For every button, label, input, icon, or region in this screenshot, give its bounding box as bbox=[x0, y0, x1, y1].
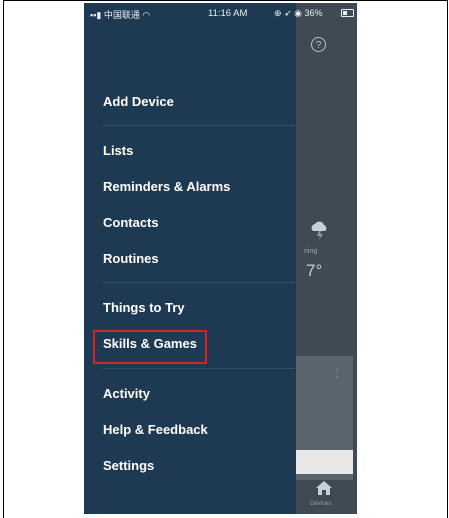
menu-item-help-feedback[interactable]: Help & Feedback bbox=[103, 422, 208, 437]
divider bbox=[103, 125, 295, 126]
dimmed-home-backdrop[interactable]: ? ning 7° ⋮ Devices bbox=[296, 3, 357, 514]
frame-line-right bbox=[447, 0, 448, 518]
menu-item-routines[interactable]: Routines bbox=[103, 251, 159, 266]
devices-tab-label[interactable]: Devices bbox=[310, 501, 331, 507]
frame-line-left bbox=[3, 0, 4, 518]
lock-rotation-icon: ⊕ bbox=[274, 8, 282, 18]
more-options-icon[interactable]: ⋮ bbox=[332, 368, 342, 379]
battery-icon bbox=[341, 9, 354, 17]
home-card-footer bbox=[296, 450, 353, 474]
menu-item-things-to-try[interactable]: Things to Try bbox=[103, 300, 185, 315]
frame-line-top bbox=[3, 0, 448, 1]
menu-item-add-device[interactable]: Add Device bbox=[103, 94, 174, 109]
highlight-box bbox=[93, 330, 207, 364]
weather-temperature: 7° bbox=[306, 261, 323, 280]
alarm-icon: ◉ bbox=[294, 8, 302, 18]
help-circle-icon[interactable]: ? bbox=[311, 37, 326, 52]
battery-percent: 36% bbox=[304, 8, 323, 18]
divider bbox=[103, 368, 295, 369]
wifi-icon: ◠ bbox=[142, 10, 151, 20]
menu-item-contacts[interactable]: Contacts bbox=[103, 215, 159, 230]
status-time: 11:16 AM bbox=[208, 8, 248, 19]
cloud-storm-icon bbox=[311, 221, 327, 240]
status-right: ⊕ ➶ ◉ 36% bbox=[274, 8, 323, 19]
divider bbox=[103, 282, 295, 283]
signal-icon: ▪▪▮ bbox=[90, 10, 102, 20]
navigation-drawer: Add Device Lists Reminders & Alarms Cont… bbox=[84, 3, 296, 514]
house-icon[interactable] bbox=[315, 480, 333, 496]
status-bar: ▪▪▮ 中国联通 ◠ 11:16 AM ⊕ ➶ ◉ 36% bbox=[84, 3, 357, 23]
menu-item-reminders-alarms[interactable]: Reminders & Alarms bbox=[103, 179, 230, 194]
weather-status-text: ning bbox=[304, 248, 318, 255]
menu-item-activity[interactable]: Activity bbox=[103, 386, 150, 401]
location-icon: ➶ bbox=[284, 8, 292, 18]
phone-screen: ? ning 7° ⋮ Devices Add Device Lists Rem… bbox=[84, 3, 357, 514]
carrier-label: ▪▪▮ 中国联通 ◠ bbox=[90, 8, 150, 21]
menu-item-settings[interactable]: Settings bbox=[103, 458, 154, 473]
menu-item-lists[interactable]: Lists bbox=[103, 143, 133, 158]
carrier-name: 中国联通 bbox=[103, 10, 140, 20]
